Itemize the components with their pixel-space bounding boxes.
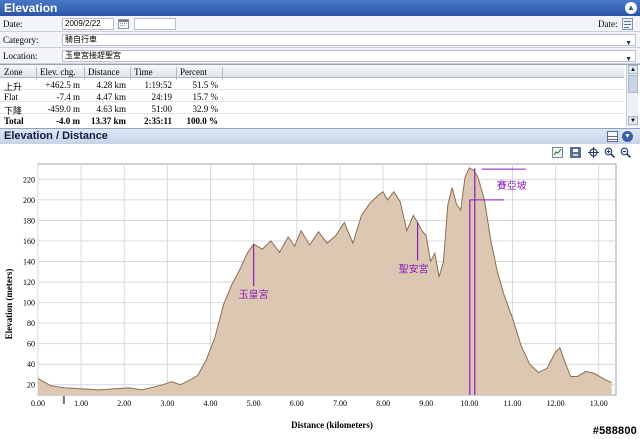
y-tick-label: 20 [27,381,35,390]
y-tick-label: 160 [23,237,35,246]
y-tick-label: 180 [23,216,35,225]
y-tick-label: 60 [27,340,35,349]
scroll-up-icon[interactable]: ▲ [628,65,638,74]
scroll-thumb[interactable] [628,75,638,93]
time-field[interactable] [134,18,176,30]
y-tick-label: 40 [27,360,35,369]
x-tick-label: 5.00 [247,399,261,408]
percent-cell: 15.7 % [192,92,219,102]
collapse-icon[interactable]: ▼ [622,131,633,142]
zone-table-header: Zone Elev. chg. Distance Time Percent [0,65,624,80]
percent-cell: 32.9 % [192,104,219,114]
distance-cell: 4.63 km [96,104,126,114]
window-title: Elevation [4,1,58,15]
table-row[interactable]: 上升 +462.5 m 4.28 km 1:19:52 51.5 % [0,78,624,92]
category-value: 騎自行車 [65,35,97,44]
col-zone[interactable]: Zone [4,67,23,77]
x-tick-label: 6.00 [290,399,304,408]
x-tick-label: 13.00 [590,399,608,408]
table-scrollbar[interactable]: ▲ ▼ [626,65,638,127]
col-time[interactable]: Time [134,67,153,77]
elevation-chart[interactable]: 0.00 1.00 2.00 3.00 4.00 5.00 6.00 7.00 8.00 9.00… [0,144,640,439]
location-row: Location: 玉皇宮接趕聖宮 ▼ [0,48,640,64]
x-tick-label: 2.00 [117,399,131,408]
x-tick-label: 1.00 [74,399,88,408]
location-select[interactable]: 玉皇宮接趕聖宮 ▼ [62,50,636,63]
zone-cell: Flat [4,92,19,102]
date-right-label: Date: [598,19,618,29]
chart-panel-title: Elevation / Distance [4,130,108,142]
location-value: 玉皇宮接趕聖宮 [65,51,121,60]
range-handle[interactable] [62,396,65,404]
x-tick-label: 3.00 [160,399,174,408]
location-label: Location: [3,51,38,61]
table-row[interactable]: 下降 -459.0 m 4.63 km 51:00 32.9 % [0,102,624,116]
scroll-down-icon[interactable]: ▼ [628,116,638,125]
layout-icon[interactable] [607,131,618,142]
elev-cell: -7.4 m [56,92,81,102]
x-tick-label: 4.00 [204,399,218,408]
x-tick-label: 12.00 [547,399,565,408]
y-tick-label: 220 [23,175,35,184]
x-tick-label: 11.00 [504,399,522,408]
chart-area: 0.00 1.00 2.00 3.00 4.00 5.00 6.00 7.00 8.00 9.00… [0,144,640,439]
y-tick-label: 120 [23,278,35,287]
x-tick-label: 0.00 [31,399,45,408]
time-cell: 51:00 [151,104,172,114]
y-tick-label: 200 [23,196,35,205]
category-row: Category: 騎自行車 ▼ [0,32,640,48]
percent-cell: 51.5 % [192,80,219,90]
elev-cell: +462.5 m [45,80,80,90]
notes-icon[interactable] [622,18,633,30]
date-field[interactable]: 2009/2/22 [62,18,114,30]
x-tick-label: 10.00 [460,399,478,408]
y-axis-label: Elevation (meters) [4,269,14,340]
date-row: Date: 2009/2/22 Date: [0,16,640,32]
zone-table: Zone Elev. chg. Distance Time Percent 上升… [0,64,640,128]
watermark-id: #588800 [592,425,637,437]
marker-label: 聖安宮 [399,263,429,276]
category-select[interactable]: 騎自行車 ▼ [62,34,636,47]
elev-cell: -459.0 m [47,104,81,114]
col-elev-chg[interactable]: Elev. chg. [40,67,76,77]
percent-cell: 100.0 % [186,116,219,126]
x-axis-label: Distance (kilometers) [291,420,373,430]
col-percent[interactable]: Percent [180,67,207,77]
calendar-icon[interactable] [118,19,129,29]
table-total-row[interactable]: Total -4.0 m 13.37 km 2:35:11 100.0 % [0,114,624,126]
distance-cell: 4.28 km [96,80,126,90]
time-cell: 1:19:52 [144,80,172,90]
elev-cell: -4.0 m [56,116,80,126]
chart-panel-header: Elevation / Distance ▼ [0,128,640,144]
x-tick-label: 8.00 [376,399,390,408]
marker-label: 玉皇宮 [239,288,269,301]
marker-label: 賽亞坡 [497,179,527,192]
y-tick-label: 100 [23,299,35,308]
table-row[interactable]: Flat -7.4 m 4.47 km 24:19 15.7 % [0,90,624,102]
x-tick-label: 7.00 [333,399,347,408]
window-title-bar: Elevation ▲ [0,0,640,16]
zone-cell: Total [4,116,24,126]
distance-cell: 13.37 km [90,116,126,126]
y-tick-label: 140 [23,258,35,267]
date-label: Date: [3,19,23,29]
category-label: Category: [3,35,39,45]
y-tick-label: 80 [27,319,35,328]
collapse-icon[interactable]: ▲ [625,2,637,14]
time-cell: 24:19 [151,92,172,102]
col-distance[interactable]: Distance [88,67,120,77]
distance-cell: 4.47 km [96,92,126,102]
x-tick-label: 9.00 [419,399,433,408]
time-cell: 2:35:11 [144,116,172,126]
